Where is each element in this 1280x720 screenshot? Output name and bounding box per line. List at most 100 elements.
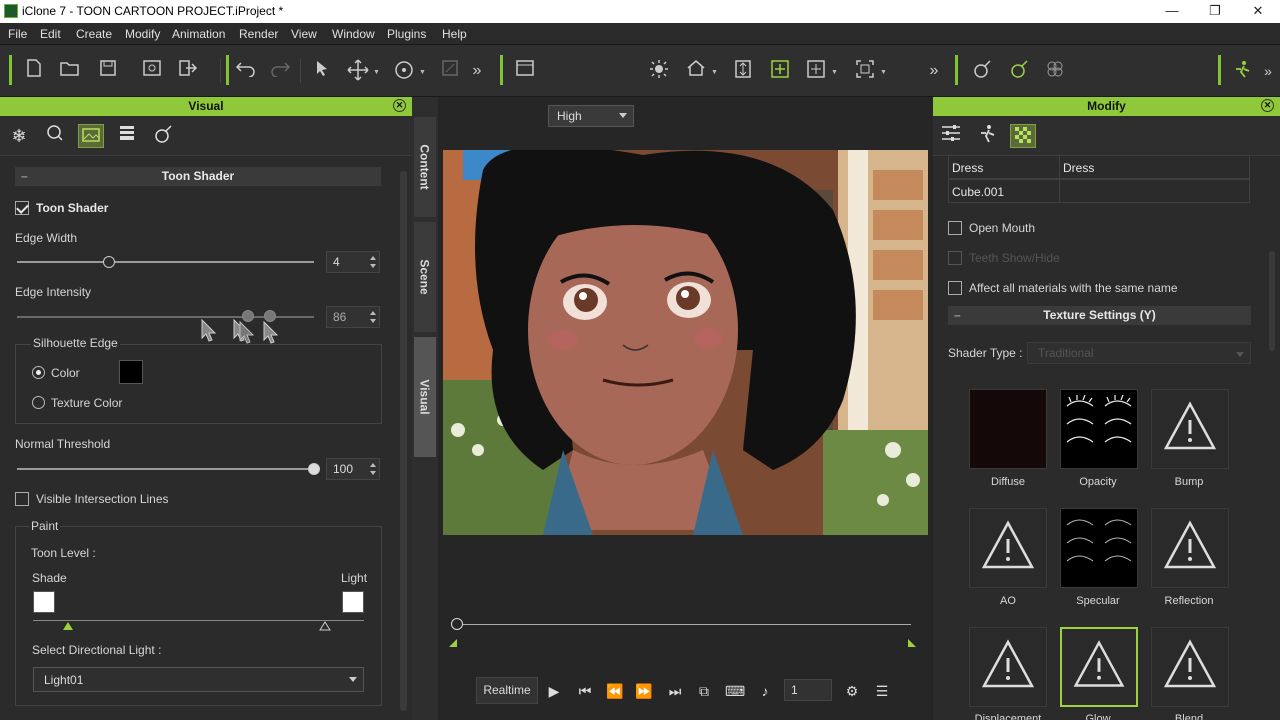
- toolbar-grip[interactable]: [500, 55, 503, 85]
- motion-pose-icon[interactable]: [974, 124, 1000, 148]
- texture-slot-bump[interactable]: [1151, 389, 1229, 469]
- scale-icon[interactable]: [438, 59, 462, 83]
- texture-slot-blend[interactable]: [1151, 627, 1229, 707]
- tab-scene[interactable]: Scene: [414, 222, 436, 332]
- material-table-cell[interactable]: [1059, 179, 1250, 203]
- edge-width-slider-thumb[interactable]: [103, 256, 116, 268]
- menu-file[interactable]: File: [8, 27, 27, 41]
- menu-animation[interactable]: Animation: [172, 27, 225, 41]
- light-color-swatch[interactable]: [342, 591, 364, 613]
- shade-color-swatch[interactable]: [33, 591, 55, 613]
- home-camera-icon[interactable]: [684, 59, 708, 83]
- viewport-layout-icon[interactable]: [513, 59, 537, 83]
- timeline-scrubber[interactable]: [446, 614, 921, 654]
- realtime-mode-button[interactable]: Realtime: [476, 677, 538, 704]
- menu-help[interactable]: Help: [442, 27, 467, 41]
- subtitle-icon[interactable]: ⌨: [725, 683, 745, 700]
- timeline-track[interactable]: [456, 624, 911, 625]
- 3d-viewport[interactable]: [443, 150, 928, 535]
- close-panel-icon[interactable]: ✕: [393, 99, 406, 112]
- lighting-sun-icon[interactable]: [647, 59, 671, 83]
- menu-plugins[interactable]: Plugins: [387, 27, 426, 41]
- menu-create[interactable]: Create: [76, 27, 112, 41]
- skip-to-end-icon[interactable]: ⏭: [665, 683, 685, 700]
- sliders-settings-icon[interactable]: [938, 124, 964, 148]
- normal-threshold-slider-track[interactable]: [17, 468, 314, 470]
- timeline-list-icon[interactable]: ☰: [872, 683, 892, 700]
- toolbar-grip[interactable]: [1218, 55, 1221, 85]
- shade-level-marker-icon[interactable]: [62, 621, 74, 631]
- range-start-marker-icon[interactable]: [448, 638, 458, 648]
- undo-icon[interactable]: [234, 59, 258, 83]
- toon-shader-checkbox[interactable]: [15, 201, 29, 215]
- audio-note-icon[interactable]: ♪: [755, 683, 775, 699]
- light-level-marker-icon[interactable]: [319, 621, 331, 631]
- edge-width-slider-track[interactable]: [17, 261, 314, 263]
- material-checker-icon[interactable]: [1010, 124, 1036, 148]
- toon-shader-section-header[interactable]: – Toon Shader: [15, 167, 381, 186]
- normal-threshold-slider-thumb[interactable]: [308, 463, 320, 475]
- directional-light-dropdown[interactable]: Light01: [33, 667, 364, 692]
- maximize-button[interactable]: ❐: [1203, 3, 1227, 20]
- menu-edit[interactable]: Edit: [40, 27, 61, 41]
- toolbar-grip[interactable]: [226, 55, 229, 85]
- add-frame-icon[interactable]: [768, 59, 792, 83]
- menu-render[interactable]: Render: [239, 27, 278, 41]
- material-table-cell[interactable]: Dress: [1059, 155, 1250, 179]
- normal-threshold-spinbox[interactable]: 100: [326, 458, 380, 480]
- pick-parent-icon[interactable]: [804, 59, 828, 83]
- character-motion-icon[interactable]: [1230, 59, 1254, 83]
- toolbar-overflow-icon[interactable]: »: [922, 59, 946, 83]
- texture-slot-glow[interactable]: [1060, 627, 1138, 707]
- texture-color-radio[interactable]: [32, 396, 45, 409]
- texture-slot-diffuse[interactable]: [969, 389, 1047, 469]
- spring-bone-icon[interactable]: [970, 59, 994, 83]
- tab-visual[interactable]: Visual: [414, 337, 436, 457]
- toolbar-grip[interactable]: [955, 55, 958, 85]
- texture-slot-reflection[interactable]: [1151, 508, 1229, 588]
- frame-spinbox[interactable]: 1: [784, 679, 832, 701]
- redo-icon[interactable]: [268, 59, 292, 83]
- texture-settings-header[interactable]: – Texture Settings (Y): [948, 306, 1251, 325]
- menu-modify[interactable]: Modify: [125, 27, 160, 41]
- tab-content[interactable]: Content: [414, 117, 436, 217]
- toolbar-overflow-icon[interactable]: »: [1256, 59, 1280, 83]
- toolbar-overflow-icon[interactable]: »: [465, 59, 489, 83]
- save-icon[interactable]: [96, 59, 120, 83]
- material-table-cell[interactable]: Dress: [948, 155, 1060, 179]
- play-icon[interactable]: ▶: [544, 683, 564, 700]
- texture-slot-displacement[interactable]: [969, 627, 1047, 707]
- quality-dropdown[interactable]: High: [548, 105, 634, 127]
- silhouette-color-swatch[interactable]: [119, 360, 143, 384]
- silhouette-color-radio[interactable]: [32, 366, 45, 379]
- render-image-icon[interactable]: [140, 59, 164, 83]
- material-table-cell[interactable]: Cube.001: [948, 179, 1060, 203]
- previous-frame-icon[interactable]: ⏪: [605, 683, 625, 700]
- close-button[interactable]: ✕: [1246, 3, 1270, 20]
- intersection-lines-checkbox[interactable]: [15, 492, 29, 506]
- physics-toggle-icon[interactable]: [1007, 59, 1031, 83]
- toon-level-gradient-track[interactable]: [33, 620, 364, 621]
- toolbar-grip[interactable]: [9, 55, 12, 85]
- rotate-icon[interactable]: [392, 59, 416, 83]
- move-icon[interactable]: [346, 59, 370, 83]
- fit-vertical-icon[interactable]: [731, 59, 755, 83]
- export-icon[interactable]: [176, 59, 200, 83]
- texture-slot-specular[interactable]: [1060, 508, 1138, 588]
- visual-panel-scrollbar[interactable]: [400, 171, 407, 711]
- toon-shader-tab-icon[interactable]: [78, 124, 104, 148]
- atmosphere-snowflake-icon[interactable]: ❄: [6, 124, 32, 148]
- new-file-icon[interactable]: [22, 59, 46, 83]
- texture-slot-ao[interactable]: [969, 508, 1047, 588]
- menu-window[interactable]: Window: [332, 27, 375, 41]
- camera-frame-icon[interactable]: [853, 59, 877, 83]
- minimize-button[interactable]: —: [1160, 3, 1184, 20]
- soft-cloth-icon[interactable]: [1043, 59, 1067, 83]
- edge-intensity-spinbox[interactable]: 86: [326, 306, 380, 328]
- modify-panel-scrollbar[interactable]: [1269, 251, 1275, 351]
- timeline-playhead[interactable]: [451, 618, 463, 630]
- affect-all-checkbox[interactable]: [948, 281, 962, 295]
- settings-gear-icon[interactable]: ⚙: [842, 683, 862, 700]
- open-mouth-checkbox[interactable]: [948, 221, 962, 235]
- loop-icon[interactable]: ⧉: [694, 683, 714, 700]
